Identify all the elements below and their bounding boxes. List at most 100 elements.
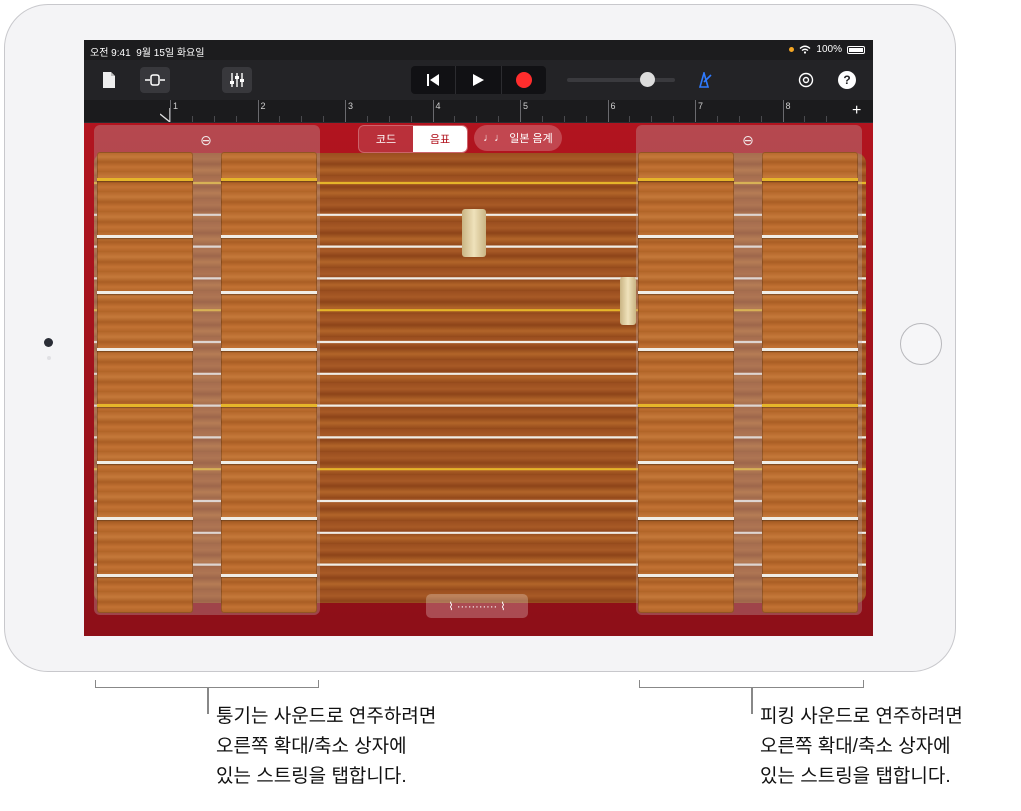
zoom-out-icon[interactable]: ⊖	[197, 131, 215, 149]
zoomed-string[interactable]	[221, 291, 317, 294]
ruler-bar-tick: 7	[695, 100, 703, 122]
ruler-beat-tick	[585, 116, 587, 122]
record-icon	[515, 72, 532, 88]
ruler-beat-tick	[804, 116, 806, 122]
vibrato-button[interactable]: ⌇ ··········· ⌇	[426, 594, 528, 618]
ruler-beat-tick	[716, 116, 718, 122]
ruler-bar-number: 5	[523, 101, 529, 111]
zoom-string-board[interactable]	[762, 152, 858, 613]
zoomed-string[interactable]	[221, 178, 317, 181]
status-right: 100%	[789, 44, 865, 55]
zoomed-string[interactable]	[97, 291, 193, 294]
ruler-bar-tick: 3	[345, 100, 353, 122]
zoomed-string[interactable]	[97, 573, 193, 577]
ruler-beat-tick	[476, 116, 478, 122]
ruler-bar-number: 1	[173, 101, 179, 111]
mixer-icon[interactable]	[222, 67, 252, 93]
left-zoom-box: ⊖	[94, 125, 320, 615]
ruler-beat-tick	[279, 116, 281, 122]
zoomed-string[interactable]	[221, 573, 317, 577]
zoomed-string[interactable]	[97, 460, 193, 464]
zoomed-string[interactable]	[638, 517, 734, 520]
right-zoom-box: ⊖	[636, 125, 862, 615]
play-icon[interactable]	[456, 66, 502, 94]
callout-line: 있는 스트링을 탭합니다.	[216, 766, 407, 787]
record-button[interactable]	[502, 66, 546, 94]
zoomed-string[interactable]	[638, 178, 734, 181]
zoomed-string[interactable]	[221, 234, 317, 238]
home-button[interactable]	[900, 323, 942, 365]
master-volume-slider[interactable]	[567, 72, 675, 87]
zoomed-string[interactable]	[97, 234, 193, 238]
zoomed-string[interactable]	[221, 347, 317, 351]
ruler-beat-tick	[563, 116, 565, 122]
settings-icon[interactable]	[795, 67, 817, 93]
zoom-string-board[interactable]	[221, 152, 317, 613]
ruler-beat-tick	[826, 116, 828, 122]
status-left: 오전 9:41 9월 15일 화요일	[90, 44, 204, 59]
zoomed-string[interactable]	[762, 347, 858, 351]
zoomed-string[interactable]	[762, 404, 858, 407]
ruler-beat-tick	[388, 116, 390, 122]
zoomed-string[interactable]	[97, 517, 193, 520]
zoomed-string[interactable]	[638, 460, 734, 464]
tab-notes[interactable]: 음표	[413, 126, 467, 152]
add-section-button[interactable]: +	[852, 100, 861, 122]
zoomed-string[interactable]	[638, 291, 734, 294]
ruler-beat-tick	[235, 116, 237, 122]
track-view-icon[interactable]	[140, 67, 170, 93]
zoomed-string[interactable]	[762, 234, 858, 238]
zoomed-string[interactable]	[638, 573, 734, 577]
callout-line: 오른쪽 확대/축소 상자에	[216, 736, 407, 757]
zoomed-string[interactable]	[638, 404, 734, 407]
scale-button[interactable]: ♩♩ 일본 음계	[474, 125, 562, 151]
zoomed-string[interactable]	[97, 178, 193, 181]
zoomed-string[interactable]	[762, 178, 858, 181]
bridge-icon	[620, 277, 636, 325]
help-icon: ?	[838, 71, 856, 89]
left-callout-text: 퉁기는 사운드로 연주하려면 오른쪽 확대/축소 상자에 있는 스트링을 탭합니…	[216, 702, 436, 792]
volume-knob[interactable]	[639, 72, 655, 87]
ruler-beat-tick	[651, 116, 653, 122]
zoomed-string[interactable]	[221, 404, 317, 407]
document-icon[interactable]	[98, 67, 120, 93]
scale-label: 일본 음계	[509, 133, 553, 145]
metronome-icon[interactable]	[692, 67, 716, 93]
zoomed-string[interactable]	[762, 291, 858, 294]
app-screen: 오전 9:41 9월 15일 화요일 100% ? + 1 2 3 4 5 6 …	[84, 40, 873, 636]
ruler-bar-number: 8	[785, 101, 791, 111]
transport-controls	[411, 66, 546, 94]
zoom-string-board[interactable]	[638, 152, 734, 613]
koto-instrument: ⊖ ⊖ 코드 음표 ♩♩ 일본 음계 ⌇ ··········· ⌇	[84, 123, 873, 636]
ruler-beat-tick	[323, 116, 325, 122]
ruler-beat-tick	[454, 116, 456, 122]
music-notes-icon: ♩♩	[483, 132, 506, 144]
right-callout-leader	[751, 688, 753, 714]
zoomed-string[interactable]	[97, 404, 193, 407]
mode-segmented-control: 코드 음표	[358, 125, 468, 153]
zoom-string-board[interactable]	[97, 152, 193, 613]
ruler-bar-tick: 2	[257, 100, 266, 122]
ruler-bar-tick: 6	[607, 100, 616, 122]
help-button[interactable]: ?	[836, 67, 858, 93]
zoomed-string[interactable]	[638, 234, 734, 238]
zoomed-string[interactable]	[638, 347, 734, 351]
timeline-ruler[interactable]: + 1 2 3 4 5 6 7 8	[84, 100, 873, 123]
zoomed-string[interactable]	[762, 460, 858, 464]
ruler-bar-number: 7	[698, 101, 704, 111]
tab-chords[interactable]: 코드	[359, 126, 413, 152]
zoomed-string[interactable]	[221, 460, 317, 464]
ruler-beat-tick	[673, 116, 675, 122]
ruler-bar-number: 6	[610, 101, 616, 111]
zoomed-string[interactable]	[221, 517, 317, 520]
callout-line: 오른쪽 확대/축소 상자에	[760, 736, 951, 757]
wifi-icon	[799, 45, 811, 54]
rewind-icon[interactable]	[411, 66, 457, 94]
callout-line: 피킹 사운드로 연주하려면	[760, 706, 963, 727]
zoomed-string[interactable]	[762, 573, 858, 577]
zoomed-string[interactable]	[762, 517, 858, 520]
right-callout-bracket	[639, 680, 864, 688]
left-callout-leader	[207, 688, 209, 714]
zoom-out-icon[interactable]: ⊖	[739, 131, 757, 149]
zoomed-string[interactable]	[97, 347, 193, 351]
